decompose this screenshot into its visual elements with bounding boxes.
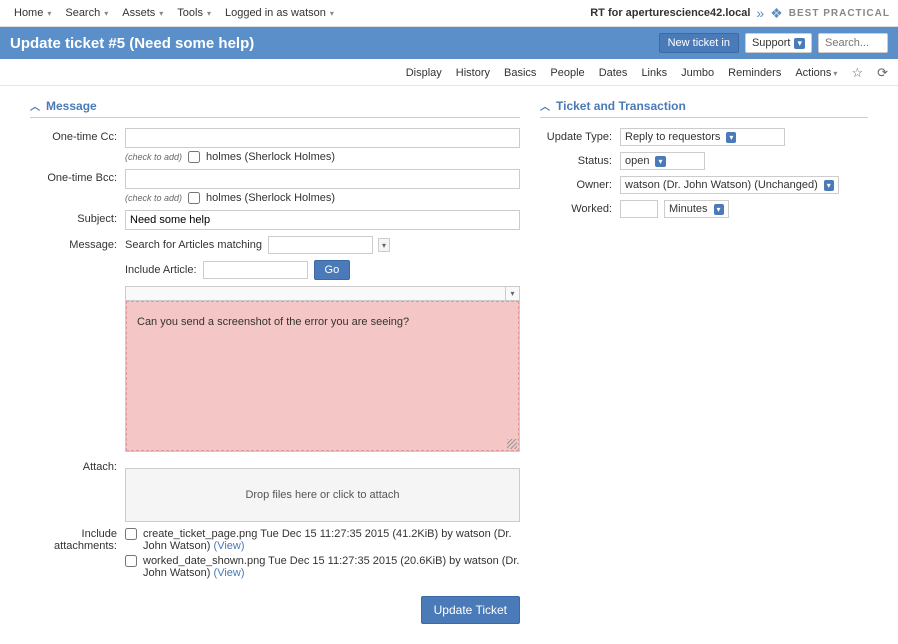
- attachment-dropzone[interactable]: Drop files here or click to attach: [125, 468, 520, 522]
- message-editor: ▾ Can you send a screenshot of the error…: [125, 286, 520, 452]
- tab-basics[interactable]: Basics: [504, 67, 536, 79]
- nav-search[interactable]: Search▾: [59, 4, 114, 22]
- queue-select[interactable]: Support▾: [745, 33, 812, 53]
- new-ticket-button[interactable]: New ticket in: [659, 33, 739, 53]
- top-nav: Home▾ Search▾ Assets▾ Tools▾ Logged in a…: [0, 0, 898, 27]
- logo-chevron-icon: »: [756, 5, 764, 21]
- cc-add-checkbox[interactable]: [188, 151, 200, 163]
- refresh-icon[interactable]: ⟳: [877, 65, 888, 81]
- attachment-checkbox[interactable]: [125, 528, 137, 540]
- tab-actions[interactable]: Actions▾: [795, 67, 837, 79]
- caret-down-icon: ▾: [833, 69, 837, 78]
- tab-reminders[interactable]: Reminders: [728, 67, 781, 79]
- page-title: Update ticket #5 (Need some help): [10, 35, 254, 52]
- subject-input[interactable]: [125, 210, 520, 230]
- site-name: RT for aperturescience42.local: [590, 7, 750, 19]
- cc-label: One-time Cc:: [30, 128, 125, 143]
- select-arrow-icon: ▾: [824, 180, 834, 191]
- message-label: Message:: [30, 236, 125, 251]
- header-bar: Update ticket #5 (Need some help) New ti…: [0, 27, 898, 59]
- caret-down-icon: ▾: [104, 9, 108, 18]
- attachment-item: worked_date_shown.png Tue Dec 15 11:27:3…: [143, 555, 520, 579]
- worked-unit-select[interactable]: Minutes▾: [664, 200, 729, 218]
- collapse-toggle-icon[interactable]: ︿: [540, 98, 550, 113]
- select-arrow-icon: ▾: [794, 38, 805, 49]
- ticket-tabs: Display History Basics People Dates Link…: [0, 59, 898, 86]
- bookmark-star-icon[interactable]: ☆: [851, 65, 863, 81]
- message-textarea[interactable]: Can you send a screenshot of the error y…: [126, 301, 519, 451]
- attachment-item: create_ticket_page.png Tue Dec 15 11:27:…: [143, 528, 520, 552]
- attachment-view-link[interactable]: (View): [214, 540, 245, 552]
- subject-label: Subject:: [30, 210, 125, 225]
- attachment-view-link[interactable]: (View): [214, 567, 245, 579]
- include-article-label: Include Article:: [125, 264, 197, 276]
- update-ticket-button[interactable]: Update Ticket: [421, 596, 520, 624]
- update-type-label: Update Type:: [540, 128, 620, 143]
- brand-logo: BEST PRACTICAL: [789, 8, 890, 19]
- bcc-option-label: holmes (Sherlock Holmes): [206, 192, 335, 204]
- nav-logged-in[interactable]: Logged in as watson▾: [219, 4, 340, 22]
- tab-dates[interactable]: Dates: [599, 67, 628, 79]
- owner-select[interactable]: watson (Dr. John Watson) (Unchanged)▾: [620, 176, 839, 194]
- attachment-checkbox[interactable]: [125, 555, 137, 567]
- resize-handle-icon[interactable]: [507, 439, 517, 449]
- bcc-add-checkbox[interactable]: [188, 192, 200, 204]
- caret-down-icon: ▾: [207, 9, 211, 18]
- select-arrow-icon: ▾: [726, 132, 736, 143]
- message-section-header: ︿ Message: [30, 98, 520, 118]
- tab-people[interactable]: People: [550, 67, 584, 79]
- nav-home[interactable]: Home▾: [8, 4, 57, 22]
- attach-label: Attach:: [30, 458, 125, 473]
- tab-history[interactable]: History: [456, 67, 490, 79]
- logo-diamond-icon: ❖: [770, 5, 783, 22]
- include-attach-label: Include attachments:: [30, 528, 125, 552]
- tab-display[interactable]: Display: [406, 67, 442, 79]
- update-type-select[interactable]: Reply to requestors▾: [620, 128, 785, 146]
- tab-links[interactable]: Links: [641, 67, 667, 79]
- bcc-hint: (check to add): [125, 193, 182, 203]
- cc-option-label: holmes (Sherlock Holmes): [206, 151, 335, 163]
- status-label: Status:: [540, 152, 620, 167]
- owner-label: Owner:: [540, 176, 620, 191]
- caret-down-icon: ▾: [47, 9, 51, 18]
- status-select[interactable]: open▾: [620, 152, 705, 170]
- include-article-input[interactable]: [203, 261, 308, 279]
- editor-toggle-icon[interactable]: ▾: [505, 287, 519, 300]
- nav-tools[interactable]: Tools▾: [171, 4, 217, 22]
- caret-down-icon: ▾: [330, 9, 334, 18]
- search-input[interactable]: [818, 33, 888, 53]
- collapse-toggle-icon[interactable]: ︿: [30, 98, 40, 113]
- tab-jumbo[interactable]: Jumbo: [681, 67, 714, 79]
- search-articles-input[interactable]: [268, 236, 373, 254]
- worked-input[interactable]: [620, 200, 658, 218]
- nav-assets[interactable]: Assets▾: [116, 4, 169, 22]
- bcc-label: One-time Bcc:: [30, 169, 125, 184]
- select-arrow-icon: ▾: [655, 156, 665, 167]
- bcc-input[interactable]: [125, 169, 520, 189]
- caret-down-icon: ▾: [159, 9, 163, 18]
- search-articles-label: Search for Articles matching: [125, 239, 262, 251]
- cc-input[interactable]: [125, 128, 520, 148]
- go-button[interactable]: Go: [314, 260, 351, 280]
- transaction-section-header: ︿ Ticket and Transaction: [540, 98, 868, 118]
- select-arrow-icon: ▾: [714, 204, 724, 215]
- cc-hint: (check to add): [125, 152, 182, 162]
- worked-label: Worked:: [540, 200, 620, 215]
- article-dropdown-icon[interactable]: ▾: [378, 238, 390, 252]
